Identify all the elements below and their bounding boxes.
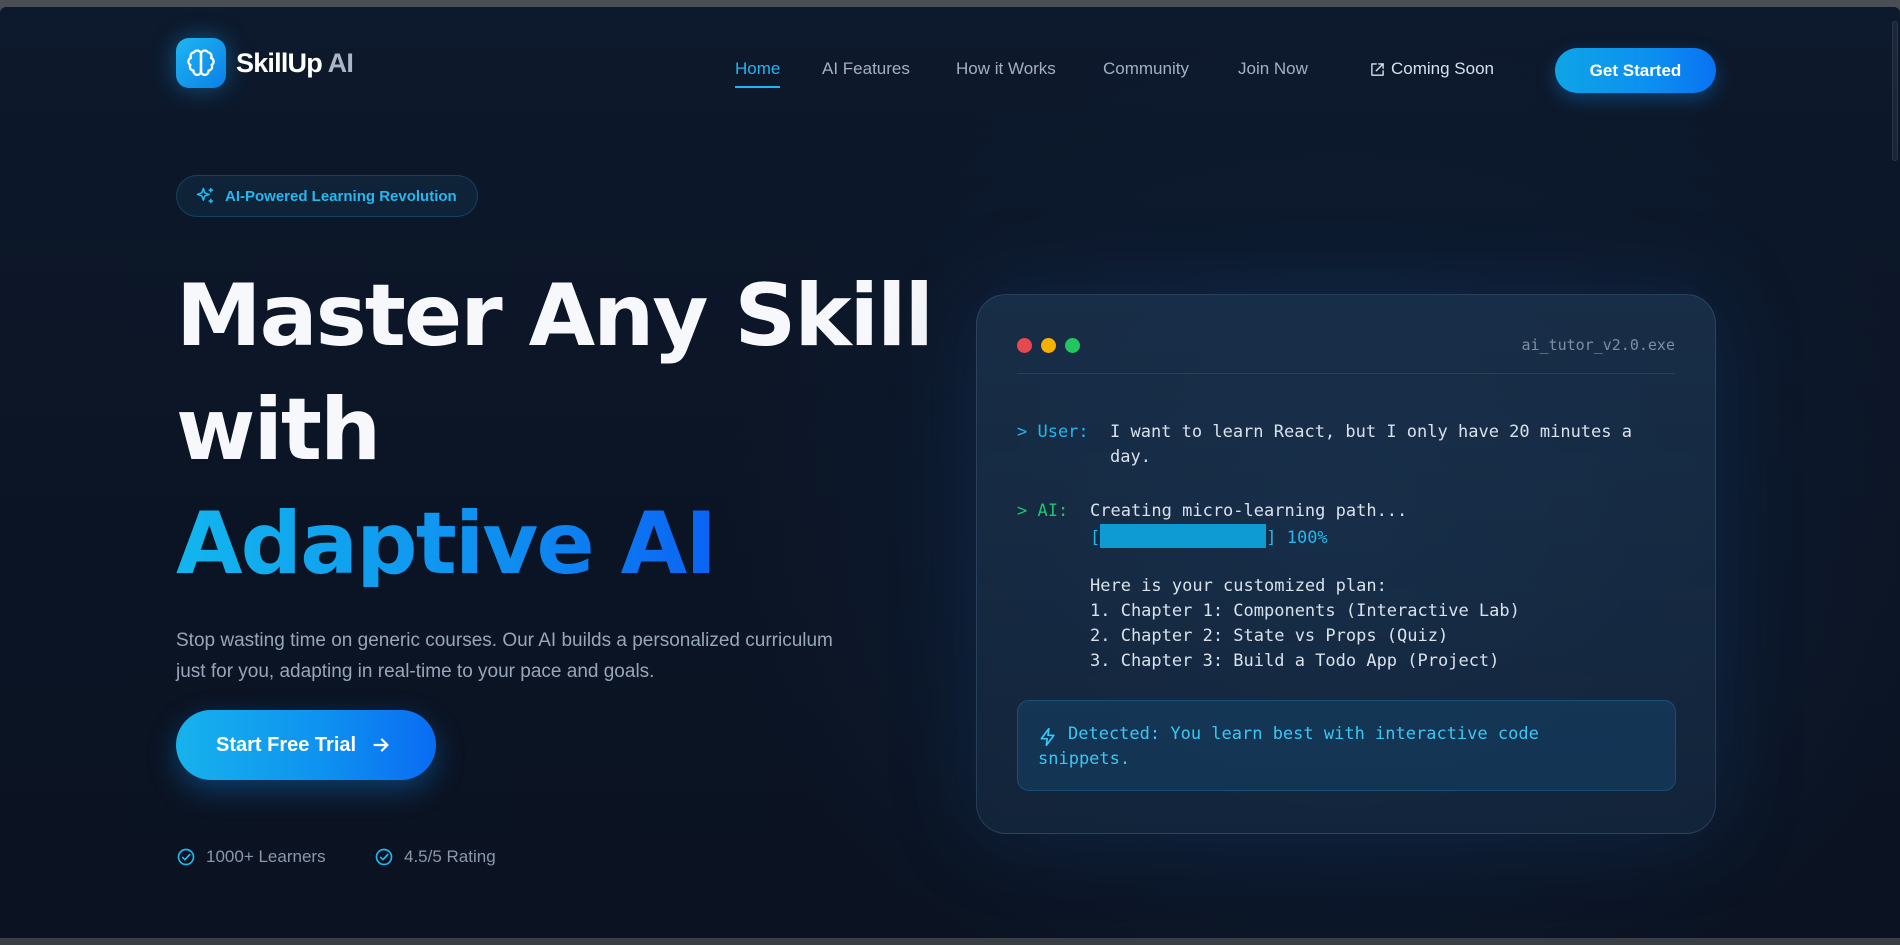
window-minimize-dot [1041,338,1056,353]
hero-title-line-1: Master Any Skill [176,266,934,366]
get-started-button[interactable]: Get Started [1555,48,1716,93]
nav-home[interactable]: Home [735,59,781,88]
progress-fill [1100,524,1267,548]
check-circle-icon [177,848,195,866]
plan-item: 3. Chapter 3: Build a Todo App (Project) [1090,651,1500,671]
stat-learners: 1000+ Learners [176,847,326,867]
arrow-right-icon [373,738,389,752]
window-close-dot [1017,338,1032,353]
start-free-trial-button[interactable]: Start Free Trial [176,710,436,780]
hero-title-line-2: with [176,380,381,480]
sparkles-icon [196,187,214,204]
plan-item: 2. Chapter 2: State vs Props (Quiz) [1090,626,1449,646]
plan-item: 1. Chapter 1: Components (Interactive La… [1090,601,1520,621]
nav-join-now[interactable]: Join Now [1238,59,1308,79]
hero-badge-label: AI-Powered Learning Revolution [225,187,457,205]
user-message-line-1: I want to learn React, but I only have 2… [1110,422,1632,442]
scrollbar-thumb[interactable] [1892,21,1898,161]
terminal-card: ai_tutor_v2.0.exe > User: I want to lear… [976,294,1716,834]
nav-ai-features[interactable]: AI Features [822,59,910,79]
brand-name: SkillUp AI [236,47,354,78]
detection-text-line-2: snippets. [1038,749,1131,769]
ai-status-line: Creating micro-learning path... [1090,501,1408,521]
window-maximize-dot [1065,338,1080,353]
brand-logo[interactable]: SkillUp AI [176,38,354,88]
window-bottom-edge [0,938,1900,945]
nav-how-it-works[interactable]: How it Works [956,59,1056,79]
hero-description: Stop wasting time on generic courses. Ou… [176,630,833,682]
check-circle-icon [375,848,393,866]
hero-title-highlight: Adaptive AI [176,494,717,594]
brain-icon [176,38,226,88]
plan-intro: Here is your customized plan: [1090,576,1387,596]
detection-callout: Detected: You learn best with interactiv… [1017,700,1676,791]
nav-coming-soon[interactable]: Coming Soon [1370,59,1494,79]
app-window: SkillUp AI Home AI Features How it Works… [0,7,1900,938]
terminal-divider [1017,373,1675,374]
user-message-line-2: day. [1110,447,1151,467]
progress-bar: [] 100% [1090,524,1328,551]
stat-rating: 4.5/5 Rating [374,847,496,867]
detection-text-line-1: Detected: You learn best with interactiv… [1068,724,1539,744]
start-free-trial-label: Start Free Trial [216,733,357,756]
ai-prompt: > AI: [1017,501,1069,521]
user-prompt: > User: [1017,422,1089,442]
hero-badge: AI-Powered Learning Revolution [176,175,478,217]
nav-community[interactable]: Community [1103,59,1189,79]
terminal-filename: ai_tutor_v2.0.exe [1521,336,1675,354]
lightning-icon [1040,727,1055,747]
external-link-icon [1371,62,1384,76]
